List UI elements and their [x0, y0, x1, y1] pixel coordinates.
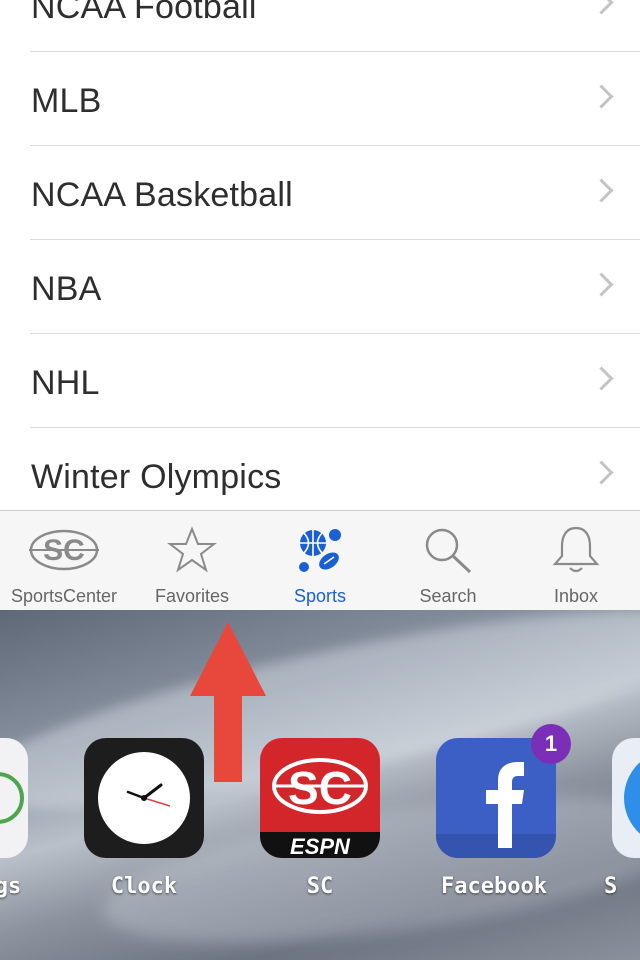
search-icon [384, 525, 512, 575]
sports-balls-icon [256, 525, 384, 575]
list-row-nhl[interactable]: NHL [0, 334, 640, 428]
tab-label: Sports [293, 586, 347, 606]
list-row-mlb[interactable]: MLB [0, 52, 640, 146]
tab-search[interactable]: Search [384, 511, 512, 611]
tab-inbox[interactable]: Inbox [512, 511, 640, 611]
chevron-right-icon [589, 0, 614, 15]
list-row-label: MLB [31, 82, 102, 120]
tab-favorites[interactable]: Favorites [128, 511, 256, 611]
home-screen: gs Clock SC ESPN SC 1 Facebook S [0, 610, 640, 960]
list-row-label: NHL [31, 364, 100, 402]
sports-list: NCAA Football MLB NCAA Basketball NBA NH… [0, 0, 640, 510]
list-row-label: NBA [31, 270, 102, 308]
app-label: SC [306, 874, 334, 899]
tab-bar: SC SportsCenter Favorites Sports Search … [0, 510, 640, 611]
list-row-ncaa-basketball[interactable]: NCAA Basketball [0, 146, 640, 240]
notification-badge: 1 [531, 724, 571, 764]
list-row-label: NCAA Basketball [31, 176, 293, 214]
clock-app-icon[interactable] [84, 738, 204, 858]
list-row-ncaa-football[interactable]: NCAA Football [0, 0, 640, 52]
star-icon [128, 525, 256, 575]
list-row-label: NCAA Football [31, 0, 257, 26]
tab-label: Inbox [553, 586, 599, 606]
espn-logo-text: ESPN [290, 834, 351, 858]
chevron-right-icon [589, 178, 614, 203]
list-row-label: Winter Olympics [31, 458, 282, 496]
tab-label: Favorites [154, 586, 230, 606]
chevron-right-icon [589, 460, 614, 485]
sc-logo-text: SC [288, 762, 352, 814]
tab-label: SportsCenter [10, 586, 118, 606]
sportscenter-logo-icon: SC [0, 525, 128, 575]
chevron-right-icon [589, 84, 614, 109]
app-label: Clock [110, 874, 178, 899]
safari-app-icon[interactable] [612, 738, 640, 858]
app-label: S [604, 874, 618, 899]
bell-icon [512, 525, 640, 575]
list-row-winter-olympics[interactable]: Winter Olympics [0, 428, 640, 510]
chevron-right-icon [589, 366, 614, 391]
settings-app-icon[interactable] [0, 738, 28, 858]
list-row-nba[interactable]: NBA [0, 240, 640, 334]
app-label: Facebook [441, 874, 547, 899]
tab-sportscenter[interactable]: SC SportsCenter [0, 511, 128, 611]
tab-sports[interactable]: Sports [256, 511, 384, 611]
svg-text:SC: SC [43, 534, 85, 567]
sportscenter-app-icon[interactable]: SC ESPN [260, 738, 380, 858]
tab-label: Search [419, 586, 477, 606]
chevron-right-icon [589, 272, 614, 297]
